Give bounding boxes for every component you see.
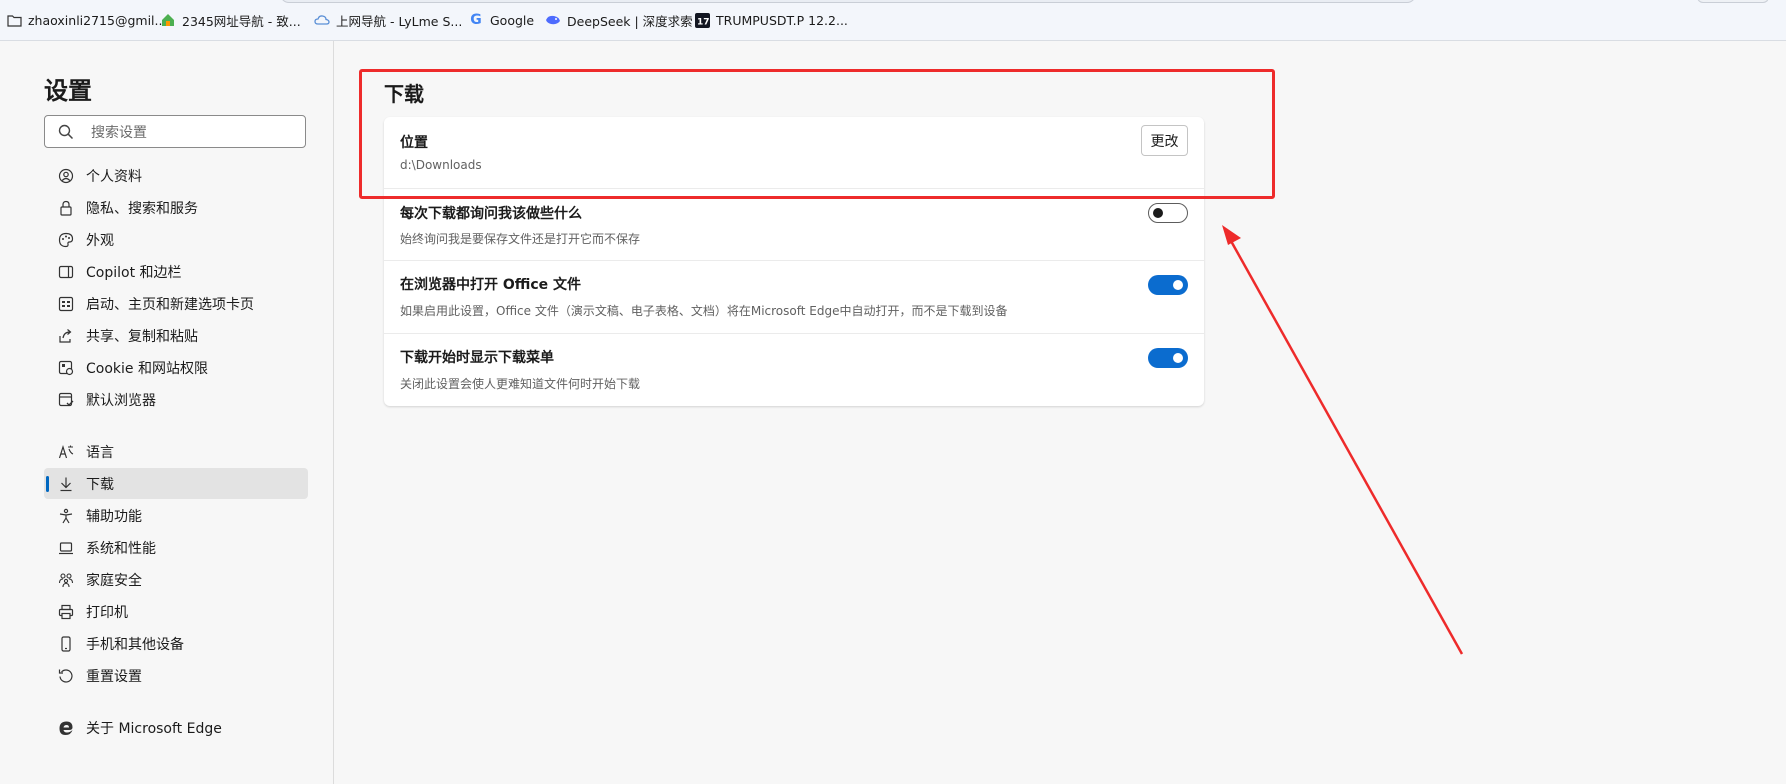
- family-icon: [57, 571, 75, 589]
- sidebar-item-printers[interactable]: 打印机: [44, 596, 308, 627]
- show-downloads-menu-toggle[interactable]: [1148, 348, 1188, 368]
- sidebar-item-default-browser[interactable]: 默认浏览器: [44, 384, 308, 415]
- address-bar-edge: [280, 0, 1416, 3]
- settings-sidebar: 设置 个人资料 隐私、搜索和服务 外观 Copilot 和边栏 启动、主页和新建…: [0, 41, 334, 784]
- setting-ask-title: 每次下载都询问我该做些什么: [400, 206, 582, 222]
- google-icon: G: [470, 12, 482, 28]
- sidebar-item-phone[interactable]: 手机和其他设备: [44, 628, 308, 659]
- setting-office-title: 在浏览器中打开 Office 文件: [400, 277, 582, 293]
- cloud-icon: [314, 12, 330, 28]
- setting-menu-desc: 关闭此设置会使人更难知道文件何时开始下载: [400, 377, 641, 391]
- sidebar-item-system[interactable]: 系统和性能: [44, 532, 308, 563]
- setting-menu-title: 下载开始时显示下载菜单: [400, 350, 554, 366]
- share-icon: [57, 327, 75, 345]
- sidebar-item-cookies[interactable]: Cookie 和网站权限: [44, 352, 308, 383]
- sidebar-item-reset[interactable]: 重置设置: [44, 660, 308, 691]
- phone-icon: [57, 635, 75, 653]
- sidebar-item-privacy[interactable]: 隐私、搜索和服务: [44, 192, 308, 223]
- printer-icon: [57, 603, 75, 621]
- annotation-highlight-box: [359, 69, 1275, 199]
- svg-text:17: 17: [697, 17, 710, 27]
- deepseek-whale-icon: [545, 12, 561, 28]
- reset-icon: [57, 667, 75, 685]
- download-icon: [57, 475, 75, 493]
- default-browser-icon: [57, 391, 75, 409]
- settings-title: 设置: [44, 77, 92, 105]
- search-icon: [58, 124, 74, 144]
- sidebar-item-accessibility[interactable]: 辅助功能: [44, 500, 308, 531]
- language-icon: [57, 443, 75, 461]
- profile-icon: [57, 167, 75, 185]
- search-input[interactable]: [89, 121, 293, 145]
- toolbar-button-edge: [1697, 0, 1769, 3]
- bookmark-deepseek[interactable]: DeepSeek | 深度求索: [545, 10, 693, 30]
- sidebar-item-profile[interactable]: 个人资料: [44, 160, 308, 191]
- bookmark-2345[interactable]: 2345网址导航 - 致...: [160, 10, 301, 30]
- bookmark-lylme[interactable]: 上网导航 - LyLme S...: [314, 10, 462, 30]
- bookmarks-bar: zhaoxinli2715@gmil... 2345网址导航 - 致... 上网…: [0, 0, 1786, 41]
- open-office-files-toggle[interactable]: [1148, 275, 1188, 295]
- divider: [384, 333, 1204, 334]
- folder-icon: [6, 12, 22, 28]
- bookmark-folder[interactable]: zhaoxinli2715@gmil...: [6, 10, 166, 30]
- divider: [384, 260, 1204, 261]
- home-grid-icon: [57, 295, 75, 313]
- house-logo-icon: [160, 12, 176, 28]
- setting-office-desc: 如果启用此设置，Office 文件（演示文稿、电子表格、文档）将在Microso…: [400, 304, 1008, 318]
- sidebar-item-share[interactable]: 共享、复制和粘贴: [44, 320, 308, 351]
- tradingview-icon: 17: [694, 12, 710, 28]
- sidebar-item-startup[interactable]: 启动、主页和新建选项卡页: [44, 288, 308, 319]
- laptop-icon: [57, 539, 75, 557]
- search-box[interactable]: [44, 115, 306, 148]
- sidebar-item-family[interactable]: 家庭安全: [44, 564, 308, 595]
- setting-ask-desc: 始终询问我是要保存文件还是打开它而不保存: [400, 232, 641, 246]
- sidebar-item-language[interactable]: 语言: [44, 436, 308, 467]
- lock-icon: [57, 199, 75, 217]
- palette-icon: [57, 231, 75, 249]
- sidebar-panel-icon: [57, 263, 75, 281]
- sidebar-item-about[interactable]: 关于 Microsoft Edge: [44, 712, 308, 743]
- edge-logo-icon: [57, 719, 75, 737]
- site-permissions-icon: [57, 359, 75, 377]
- bookmark-tradingview[interactable]: 17 TRUMPUSDT.P 12.2...: [694, 10, 848, 30]
- bookmark-google[interactable]: G Google: [468, 10, 534, 30]
- sidebar-item-copilot[interactable]: Copilot 和边栏: [44, 256, 308, 287]
- accessibility-icon: [57, 507, 75, 525]
- sidebar-item-downloads[interactable]: 下载: [44, 468, 308, 499]
- sidebar-item-appearance[interactable]: 外观: [44, 224, 308, 255]
- ask-each-download-toggle[interactable]: [1148, 203, 1188, 223]
